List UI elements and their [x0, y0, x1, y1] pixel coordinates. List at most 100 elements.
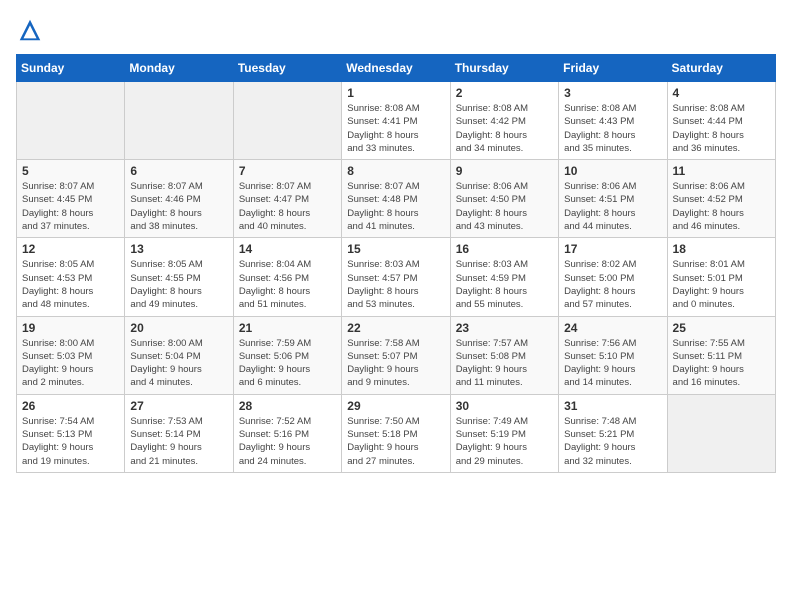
day-number: 7 — [239, 164, 336, 178]
day-number: 1 — [347, 86, 444, 100]
day-info: Sunrise: 8:06 AM Sunset: 4:50 PM Dayligh… — [456, 180, 553, 233]
day-info: Sunrise: 8:07 AM Sunset: 4:45 PM Dayligh… — [22, 180, 119, 233]
day-info: Sunrise: 7:48 AM Sunset: 5:21 PM Dayligh… — [564, 415, 661, 468]
day-number: 29 — [347, 399, 444, 413]
day-number: 16 — [456, 242, 553, 256]
day-number: 11 — [673, 164, 770, 178]
calendar-cell: 30 Sunrise: 7:49 AM Sunset: 5:19 PM Dayli… — [450, 394, 558, 472]
day-info: Sunrise: 8:03 AM Sunset: 4:57 PM Dayligh… — [347, 258, 444, 311]
calendar-table: SundayMondayTuesdayWednesdayThursdayFrid… — [16, 54, 776, 473]
day-info: Sunrise: 8:03 AM Sunset: 4:59 PM Dayligh… — [456, 258, 553, 311]
calendar-cell: 4 Sunrise: 8:08 AM Sunset: 4:44 PM Daylig… — [667, 82, 775, 160]
calendar-cell: 23 Sunrise: 7:57 AM Sunset: 5:08 PM Dayli… — [450, 316, 558, 394]
day-info: Sunrise: 8:02 AM Sunset: 5:00 PM Dayligh… — [564, 258, 661, 311]
day-info: Sunrise: 8:00 AM Sunset: 5:04 PM Dayligh… — [130, 337, 227, 390]
day-info: Sunrise: 7:57 AM Sunset: 5:08 PM Dayligh… — [456, 337, 553, 390]
calendar-cell — [125, 82, 233, 160]
calendar-week-row: 19 Sunrise: 8:00 AM Sunset: 5:03 PM Dayli… — [17, 316, 776, 394]
calendar-week-row: 12 Sunrise: 8:05 AM Sunset: 4:53 PM Dayli… — [17, 238, 776, 316]
day-number: 15 — [347, 242, 444, 256]
calendar-cell: 26 Sunrise: 7:54 AM Sunset: 5:13 PM Dayli… — [17, 394, 125, 472]
day-number: 20 — [130, 321, 227, 335]
calendar-cell: 16 Sunrise: 8:03 AM Sunset: 4:59 PM Dayli… — [450, 238, 558, 316]
day-info: Sunrise: 8:08 AM Sunset: 4:44 PM Dayligh… — [673, 102, 770, 155]
calendar-day-header: Tuesday — [233, 55, 341, 82]
calendar-cell: 25 Sunrise: 7:55 AM Sunset: 5:11 PM Dayli… — [667, 316, 775, 394]
day-number: 26 — [22, 399, 119, 413]
calendar-cell: 18 Sunrise: 8:01 AM Sunset: 5:01 PM Dayli… — [667, 238, 775, 316]
day-number: 14 — [239, 242, 336, 256]
day-number: 9 — [456, 164, 553, 178]
calendar-cell: 24 Sunrise: 7:56 AM Sunset: 5:10 PM Dayli… — [559, 316, 667, 394]
day-info: Sunrise: 8:06 AM Sunset: 4:52 PM Dayligh… — [673, 180, 770, 233]
day-number: 28 — [239, 399, 336, 413]
day-number: 25 — [673, 321, 770, 335]
calendar-cell: 19 Sunrise: 8:00 AM Sunset: 5:03 PM Dayli… — [17, 316, 125, 394]
calendar-cell: 22 Sunrise: 7:58 AM Sunset: 5:07 PM Dayli… — [342, 316, 450, 394]
calendar-day-header: Wednesday — [342, 55, 450, 82]
day-number: 22 — [347, 321, 444, 335]
day-info: Sunrise: 8:00 AM Sunset: 5:03 PM Dayligh… — [22, 337, 119, 390]
day-number: 5 — [22, 164, 119, 178]
day-number: 4 — [673, 86, 770, 100]
day-number: 18 — [673, 242, 770, 256]
calendar-day-header: Thursday — [450, 55, 558, 82]
calendar-cell: 2Sunrise: 8:08 AM Sunset: 4:42 PM Daylig… — [450, 82, 558, 160]
calendar-day-header: Monday — [125, 55, 233, 82]
calendar-day-header: Friday — [559, 55, 667, 82]
logo-icon — [16, 16, 44, 44]
calendar-cell: 5 Sunrise: 8:07 AM Sunset: 4:45 PM Daylig… — [17, 160, 125, 238]
calendar-cell: 14 Sunrise: 8:04 AM Sunset: 4:56 PM Dayli… — [233, 238, 341, 316]
day-info: Sunrise: 8:08 AM Sunset: 4:42 PM Dayligh… — [456, 102, 553, 155]
day-number: 24 — [564, 321, 661, 335]
calendar-cell: 31 Sunrise: 7:48 AM Sunset: 5:21 PM Dayli… — [559, 394, 667, 472]
day-info: Sunrise: 8:07 AM Sunset: 4:48 PM Dayligh… — [347, 180, 444, 233]
day-number: 31 — [564, 399, 661, 413]
day-number: 27 — [130, 399, 227, 413]
day-number: 17 — [564, 242, 661, 256]
logo — [16, 16, 48, 44]
day-info: Sunrise: 7:58 AM Sunset: 5:07 PM Dayligh… — [347, 337, 444, 390]
day-info: Sunrise: 7:50 AM Sunset: 5:18 PM Dayligh… — [347, 415, 444, 468]
day-info: Sunrise: 7:55 AM Sunset: 5:11 PM Dayligh… — [673, 337, 770, 390]
day-info: Sunrise: 7:59 AM Sunset: 5:06 PM Dayligh… — [239, 337, 336, 390]
calendar-week-row: 1 Sunrise: 8:08 AM Sunset: 4:41 PM Daylig… — [17, 82, 776, 160]
calendar-cell: 3Sunrise: 8:08 AM Sunset: 4:43 PM Daylig… — [559, 82, 667, 160]
calendar-cell: 15 Sunrise: 8:03 AM Sunset: 4:57 PM Dayli… — [342, 238, 450, 316]
calendar-day-header: Sunday — [17, 55, 125, 82]
calendar-cell — [667, 394, 775, 472]
calendar-day-header: Saturday — [667, 55, 775, 82]
day-info: Sunrise: 7:54 AM Sunset: 5:13 PM Dayligh… — [22, 415, 119, 468]
calendar-cell: 27 Sunrise: 7:53 AM Sunset: 5:14 PM Dayli… — [125, 394, 233, 472]
day-number: 12 — [22, 242, 119, 256]
calendar-cell: 7 Sunrise: 8:07 AM Sunset: 4:47 PM Daylig… — [233, 160, 341, 238]
day-number: 30 — [456, 399, 553, 413]
calendar-cell: 21 Sunrise: 7:59 AM Sunset: 5:06 PM Dayli… — [233, 316, 341, 394]
day-info: Sunrise: 8:05 AM Sunset: 4:55 PM Dayligh… — [130, 258, 227, 311]
day-info: Sunrise: 8:05 AM Sunset: 4:53 PM Dayligh… — [22, 258, 119, 311]
calendar-cell — [17, 82, 125, 160]
calendar-cell: 29 Sunrise: 7:50 AM Sunset: 5:18 PM Dayli… — [342, 394, 450, 472]
day-info: Sunrise: 8:08 AM Sunset: 4:41 PM Dayligh… — [347, 102, 444, 155]
calendar-cell: 12 Sunrise: 8:05 AM Sunset: 4:53 PM Dayli… — [17, 238, 125, 316]
day-info: Sunrise: 7:49 AM Sunset: 5:19 PM Dayligh… — [456, 415, 553, 468]
calendar-cell: 17 Sunrise: 8:02 AM Sunset: 5:00 PM Dayli… — [559, 238, 667, 316]
calendar-cell: 1 Sunrise: 8:08 AM Sunset: 4:41 PM Daylig… — [342, 82, 450, 160]
calendar-cell: 6Sunrise: 8:07 AM Sunset: 4:46 PM Daylig… — [125, 160, 233, 238]
calendar-cell: 11 Sunrise: 8:06 AM Sunset: 4:52 PM Dayli… — [667, 160, 775, 238]
calendar-cell: 20 Sunrise: 8:00 AM Sunset: 5:04 PM Dayli… — [125, 316, 233, 394]
day-info: Sunrise: 8:04 AM Sunset: 4:56 PM Dayligh… — [239, 258, 336, 311]
day-number: 21 — [239, 321, 336, 335]
day-info: Sunrise: 8:08 AM Sunset: 4:43 PM Dayligh… — [564, 102, 661, 155]
calendar-cell: 13Sunrise: 8:05 AM Sunset: 4:55 PM Dayli… — [125, 238, 233, 316]
day-info: Sunrise: 8:01 AM Sunset: 5:01 PM Dayligh… — [673, 258, 770, 311]
day-number: 23 — [456, 321, 553, 335]
day-info: Sunrise: 7:52 AM Sunset: 5:16 PM Dayligh… — [239, 415, 336, 468]
calendar-cell: 8Sunrise: 8:07 AM Sunset: 4:48 PM Daylig… — [342, 160, 450, 238]
day-info: Sunrise: 7:56 AM Sunset: 5:10 PM Dayligh… — [564, 337, 661, 390]
calendar-week-row: 5 Sunrise: 8:07 AM Sunset: 4:45 PM Daylig… — [17, 160, 776, 238]
day-number: 19 — [22, 321, 119, 335]
day-info: Sunrise: 7:53 AM Sunset: 5:14 PM Dayligh… — [130, 415, 227, 468]
day-info: Sunrise: 8:07 AM Sunset: 4:47 PM Dayligh… — [239, 180, 336, 233]
day-info: Sunrise: 8:07 AM Sunset: 4:46 PM Dayligh… — [130, 180, 227, 233]
